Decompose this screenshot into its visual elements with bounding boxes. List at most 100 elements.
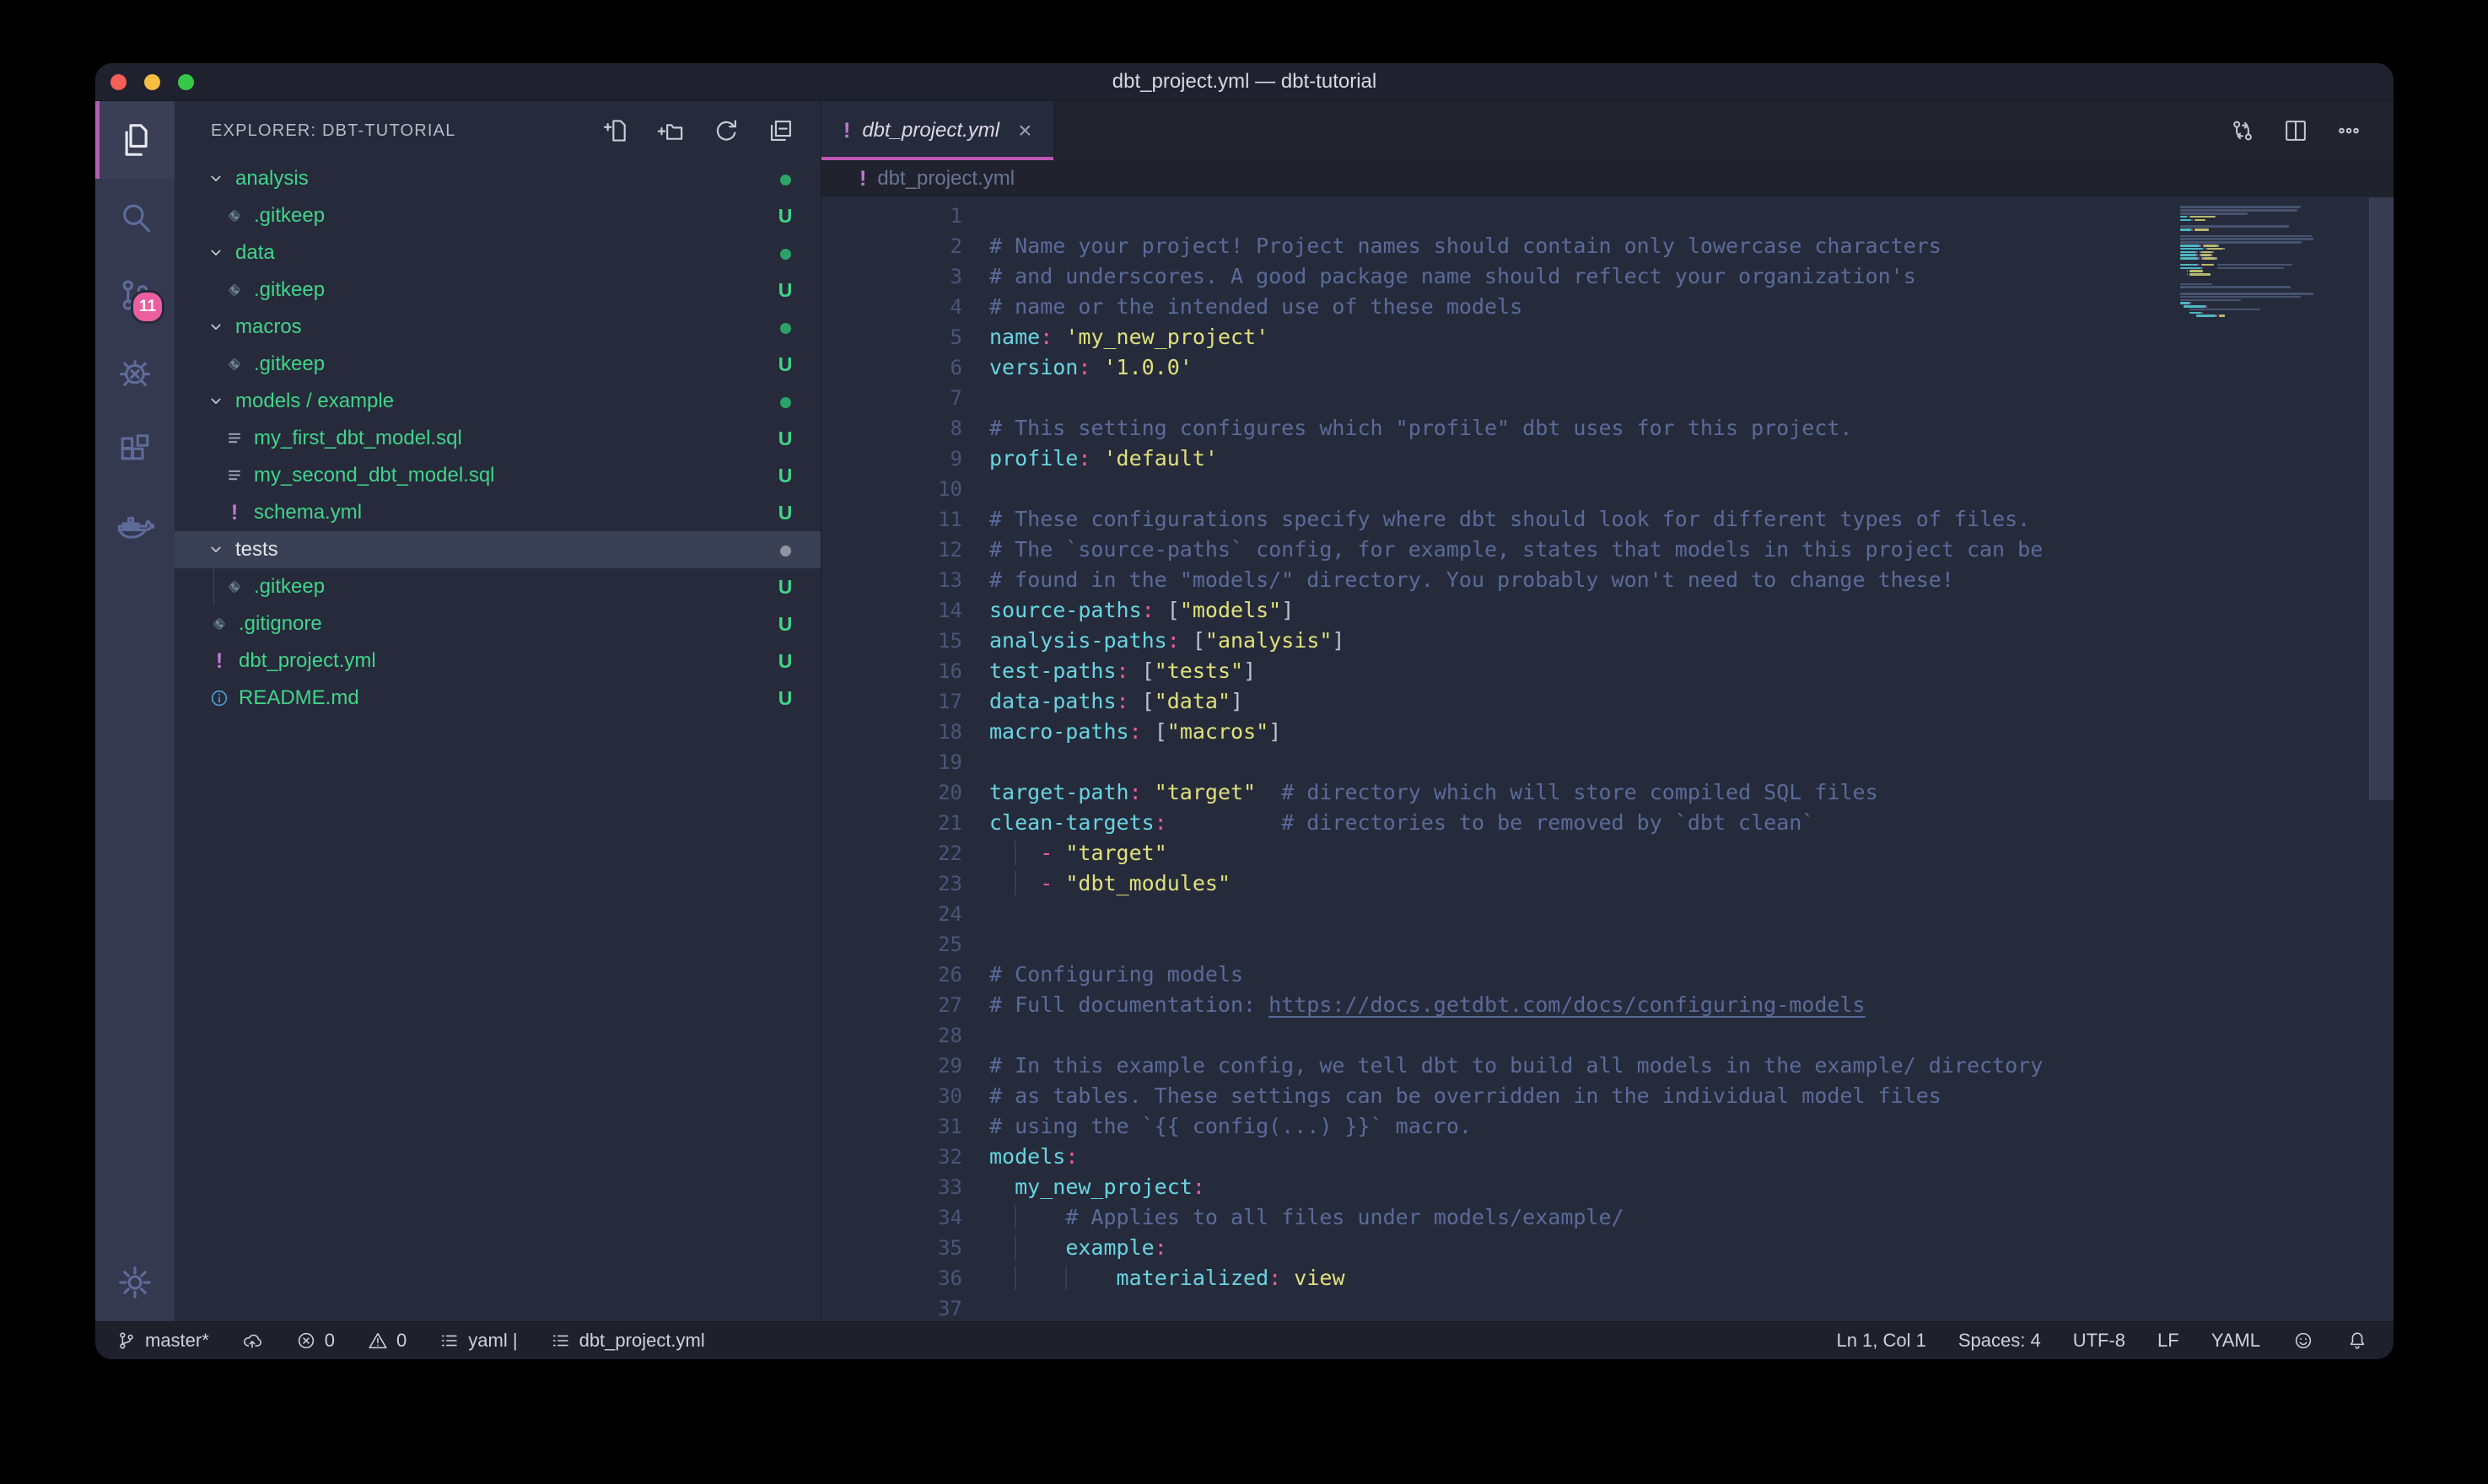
- git-untracked-badge: U: [775, 613, 795, 636]
- git-untracked-badge: U: [775, 650, 795, 673]
- code-line-36: 36 materialized: view: [821, 1263, 2394, 1293]
- debug-icon: [116, 353, 154, 392]
- git-file-icon: [223, 279, 245, 301]
- scrollbar-thumb[interactable]: [2369, 197, 2394, 800]
- status-warning-count[interactable]: 0: [367, 1330, 407, 1352]
- minimap[interactable]: [2180, 202, 2330, 320]
- code-editor[interactable]: 12# Name your project! Project names sho…: [821, 197, 2394, 1321]
- tree-file-my-second-dbt-model-sql[interactable]: my_second_dbt_model.sqlU: [175, 457, 821, 494]
- status-bar-right: Ln 1, Col 1 Spaces: 4 UTF-8 LF YAML: [1836, 1330, 2368, 1352]
- zoom-window-button[interactable]: [178, 74, 194, 90]
- tree-file--gitkeep[interactable]: .gitkeepU: [175, 272, 821, 309]
- line-content: version: '1.0.0': [962, 352, 1193, 383]
- activity-item-source-control[interactable]: 11: [95, 256, 175, 334]
- code-line-17: 17data-paths: ["data"]: [821, 686, 2394, 717]
- tab-dbt-project-yml[interactable]: ! dbt_project.yml ×: [821, 101, 1054, 160]
- line-content: [962, 201, 989, 231]
- tree-item-label: .gitkeep: [254, 352, 325, 376]
- status-yaml-schema-status[interactable]: dbt_project.yml: [550, 1330, 705, 1352]
- list-selection-icon: [439, 1330, 460, 1352]
- more-actions-icon[interactable]: [2335, 117, 2362, 144]
- breadcrumb[interactable]: ! dbt_project.yml: [821, 160, 2394, 197]
- line-number: 8: [821, 413, 962, 444]
- git-dot-badge: [775, 539, 795, 562]
- code-line-10: 10: [821, 474, 2394, 504]
- tree-folder-analysis[interactable]: analysis: [175, 160, 821, 197]
- status-indentation-setting[interactable]: Spaces: 4: [1958, 1330, 2041, 1352]
- code-line-32: 32models:: [821, 1142, 2394, 1172]
- split-editor-icon[interactable]: [2282, 117, 2309, 144]
- code-line-34: 34 # Applies to all files under models/e…: [821, 1202, 2394, 1233]
- tree-folder-models-example[interactable]: models / example: [175, 383, 821, 420]
- line-content: [962, 383, 989, 413]
- line-content: # These configurations specify where dbt…: [962, 504, 2030, 535]
- git-branch-icon: [116, 1330, 137, 1352]
- activity-item-extensions[interactable]: [95, 411, 175, 489]
- status-cursor-position[interactable]: Ln 1, Col 1: [1836, 1330, 1925, 1352]
- line-content: - "dbt_modules": [962, 868, 1231, 899]
- refresh-explorer-icon[interactable]: [712, 116, 740, 145]
- tree-item-label: my_second_dbt_model.sql: [254, 464, 495, 487]
- window-titlebar[interactable]: dbt_project.yml — dbt-tutorial: [95, 63, 2394, 101]
- activity-item-search[interactable]: [95, 179, 175, 256]
- close-tab-icon[interactable]: ×: [1018, 117, 1031, 144]
- chevron-down-icon: [205, 317, 227, 337]
- activity-item-manage[interactable]: [95, 1244, 175, 1321]
- activity-item-explorer[interactable]: [95, 101, 175, 179]
- tree-folder-data[interactable]: data: [175, 234, 821, 272]
- cloud-upload-icon: [241, 1330, 263, 1352]
- open-changes-icon[interactable]: [2229, 117, 2256, 144]
- status-label: 0: [325, 1330, 335, 1352]
- extensions-icon: [116, 431, 154, 470]
- status-branch-status[interactable]: master*: [116, 1330, 209, 1352]
- git-untracked-badge: U: [775, 205, 795, 228]
- new-file-icon[interactable]: [602, 116, 631, 145]
- tree-file--gitkeep[interactable]: .gitkeepU: [175, 568, 821, 605]
- line-content: # In this example config, we tell dbt to…: [962, 1051, 2043, 1081]
- tree-file-schema-yml[interactable]: !schema.ymlU: [175, 494, 821, 531]
- tree-item-label: .gitkeep: [254, 204, 325, 228]
- line-number: 14: [821, 595, 962, 626]
- status-yaml-extension-status[interactable]: yaml |: [439, 1330, 517, 1352]
- status-sync-changes[interactable]: [241, 1330, 263, 1352]
- new-folder-icon[interactable]: [657, 116, 686, 145]
- code-line-1: 1: [821, 201, 2394, 231]
- status-label: 0: [396, 1330, 407, 1352]
- tree-file-readme-md[interactable]: README.mdU: [175, 680, 821, 717]
- tree-file--gitkeep[interactable]: .gitkeepU: [175, 346, 821, 383]
- tree-file-my-first-dbt-model-sql[interactable]: my_first_dbt_model.sqlU: [175, 420, 821, 457]
- status-notifications[interactable]: [2346, 1330, 2368, 1352]
- status-feedback[interactable]: [2292, 1330, 2314, 1352]
- tree-folder-tests[interactable]: tests: [175, 531, 821, 568]
- tree-item-label: tests: [235, 538, 278, 562]
- activity-item-run-and-debug[interactable]: [95, 334, 175, 411]
- indent-guide: [213, 568, 214, 605]
- line-content: macro-paths: ["macros"]: [962, 717, 1281, 747]
- line-number: 34: [821, 1202, 962, 1233]
- code-line-14: 14source-paths: ["models"]: [821, 595, 2394, 626]
- tree-file--gitignore[interactable]: .gitignoreU: [175, 605, 821, 643]
- line-content: # The `source-paths` config, for example…: [962, 535, 2043, 565]
- activity-bar: 11: [95, 101, 175, 1321]
- line-content: [962, 474, 989, 504]
- info-file-icon: [208, 687, 230, 709]
- tree-file-dbt-project-yml[interactable]: !dbt_project.ymlU: [175, 643, 821, 680]
- tree-item-label: macros: [235, 315, 302, 339]
- tree-file--gitkeep[interactable]: .gitkeep U: [175, 197, 821, 234]
- status-language-mode[interactable]: YAML: [2211, 1330, 2260, 1352]
- collapse-folders-icon[interactable]: [767, 116, 795, 145]
- status-encoding[interactable]: UTF-8: [2073, 1330, 2125, 1352]
- breadcrumb-file-label: dbt_project.yml: [877, 167, 1015, 191]
- tree-folder-macros[interactable]: macros: [175, 309, 821, 346]
- line-number: 7: [821, 383, 962, 413]
- status-label: Spaces: 4: [1958, 1330, 2041, 1352]
- line-number: 10: [821, 474, 962, 504]
- activity-item-docker[interactable]: [95, 489, 175, 567]
- close-window-button[interactable]: [110, 74, 127, 90]
- code-line-6: 6version: '1.0.0': [821, 352, 2394, 383]
- files-icon: [116, 121, 154, 159]
- status-eol-setting[interactable]: LF: [2157, 1330, 2179, 1352]
- minimize-window-button[interactable]: [144, 74, 160, 90]
- code-line-21: 21clean-targets: # directories to be rem…: [821, 808, 2394, 838]
- status-error-count[interactable]: 0: [295, 1330, 335, 1352]
